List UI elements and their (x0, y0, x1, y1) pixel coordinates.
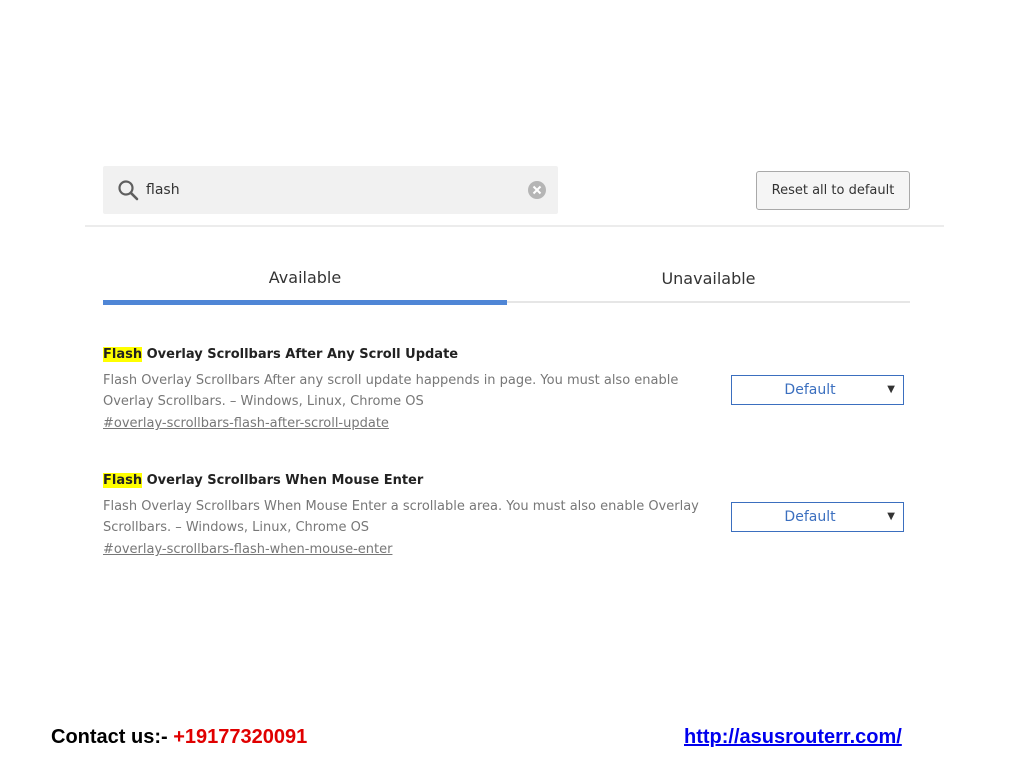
chevron-down-icon: ▼ (887, 384, 895, 395)
website-link[interactable]: http://asusrouterr.com/ (684, 726, 902, 749)
search-input[interactable] (146, 178, 506, 202)
tab-unavailable[interactable]: Unavailable (507, 265, 910, 291)
experiment-select[interactable]: Default ▼ (731, 502, 904, 532)
search-highlight: Flash (103, 347, 143, 362)
experiment-link[interactable]: #overlay-scrollbars-flash-when-mouse-ent… (103, 540, 392, 560)
footer-contact: Contact us:- +19177320091 (51, 726, 307, 749)
experiment-link[interactable]: #overlay-scrollbars-flash-after-scroll-u… (103, 414, 389, 434)
search-highlight: Flash (103, 473, 143, 488)
experiment-select[interactable]: Default ▼ (731, 375, 904, 405)
chevron-down-icon: ▼ (887, 511, 895, 522)
header-divider (85, 225, 944, 227)
reset-all-button[interactable]: Reset all to default (756, 171, 910, 210)
active-tab-indicator (103, 300, 507, 305)
experiment-title-text: Overlay Scrollbars After Any Scroll Upda… (142, 347, 459, 362)
experiment-title-text: Overlay Scrollbars When Mouse Enter (142, 473, 424, 488)
experiment-title: Flash Overlay Scrollbars When Mouse Ente… (103, 472, 913, 490)
experiment-description: Flash Overlay Scrollbars After any scrol… (103, 373, 679, 409)
experiment-item: Flash Overlay Scrollbars After Any Scrol… (103, 346, 913, 434)
search-icon (117, 179, 139, 201)
clear-icon[interactable] (527, 180, 547, 200)
contact-label: Contact us:- (51, 726, 174, 748)
contact-phone: +19177320091 (173, 726, 308, 748)
search-box[interactable] (103, 166, 558, 214)
select-value: Default (784, 382, 836, 398)
experiment-item: Flash Overlay Scrollbars When Mouse Ente… (103, 472, 913, 560)
select-value: Default (784, 509, 836, 525)
experiment-description: Flash Overlay Scrollbars When Mouse Ente… (103, 499, 699, 535)
tab-available[interactable]: Available (103, 264, 507, 290)
experiment-title: Flash Overlay Scrollbars After Any Scrol… (103, 346, 913, 364)
